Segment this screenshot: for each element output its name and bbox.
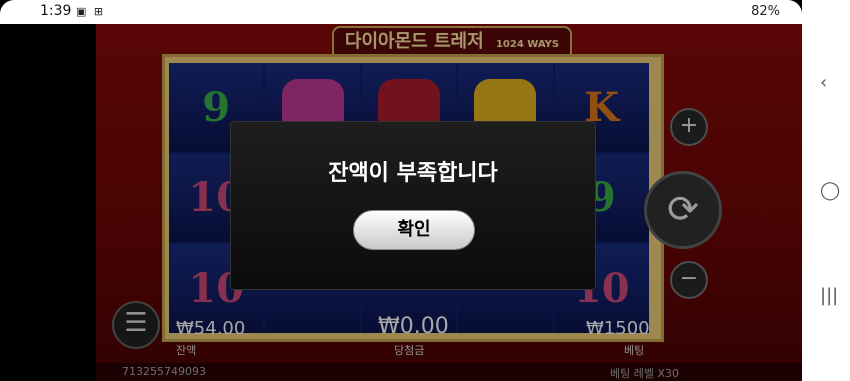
phone-screen: 1:39 ▣ ⊞ 82% ‹ ◯ ||| 다이아몬드 트레저 1024 WAYS… [0,0,850,381]
dialog-message: 잔액이 부족합니다 [328,161,498,186]
confirm-button[interactable]: 확인 [353,210,475,250]
home-icon[interactable]: ◯ [820,180,840,201]
android-nav-bar: ‹ ◯ ||| [802,0,850,381]
back-icon[interactable]: ‹ [820,72,827,93]
battery-level: 82% [751,4,780,19]
notification-icons: ▣ ⊞ [76,5,106,18]
status-time: 1:39 [40,3,72,19]
recent-apps-icon[interactable]: ||| [820,285,838,306]
status-bar: 1:39 ▣ ⊞ 82% [0,0,802,24]
insufficient-balance-dialog: 잔액이 부족합니다 확인 [230,121,596,290]
